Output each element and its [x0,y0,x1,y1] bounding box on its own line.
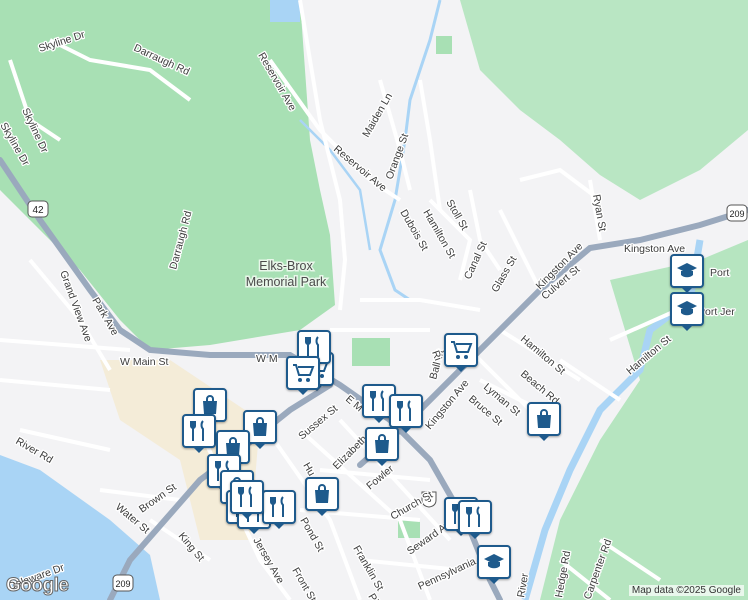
restaurant-icon [367,389,391,413]
restaurant-icon [463,505,487,529]
street-label: Jersey Ave [250,536,286,586]
street-label: Reservoir Ave [255,51,298,114]
school-icon [675,259,699,283]
poi-marker-restaurant[interactable] [458,500,492,539]
street-label: River [515,572,531,599]
street-label: W Main St [120,356,169,368]
poi-marker-school[interactable] [670,292,704,331]
poi-marker-restaurant[interactable] [389,394,423,433]
shopping-bag-icon [370,432,394,456]
street-label: Pike [365,592,386,600]
poi-marker-shopping-cart[interactable] [286,356,320,395]
street-label: Carpenter Rd [582,538,615,600]
park-name-2: Memorial Park [246,275,327,289]
google-logo: Google [5,575,69,597]
street-label: Canal St [462,240,490,282]
street-label: River Rd [14,435,56,466]
poi-marker-shopping-bag[interactable] [305,477,339,516]
street-label: Darraugh Rd [132,42,192,78]
restaurant-icon [187,419,211,443]
street-label: Reservoir Ave [331,143,389,194]
street-label: Ryan St [590,193,608,232]
shopping-bag-icon [248,415,272,439]
poi-marker-school[interactable] [670,254,704,293]
street-label: Orange St [384,132,412,181]
street-label: Sussex St [296,403,340,443]
shopping-cart-icon [291,361,315,385]
poi-marker-shopping-cart[interactable] [444,333,478,372]
shopping-cart-icon [449,338,473,362]
street-label: Franklin St [350,544,386,594]
street-label: Maiden Ln [360,91,395,140]
street-label: Darraugh Rd [167,209,194,270]
poi-marker-restaurant[interactable] [262,490,296,529]
poi-marker-shopping-bag[interactable] [365,427,399,466]
restaurant-icon [235,485,259,509]
street-label: Fowler [364,463,396,493]
street-label: King St [176,530,207,564]
poi-marker-restaurant[interactable] [230,480,264,519]
street-label: Brown St [137,481,179,515]
street-label: W M [256,353,278,365]
street-label: Grand View Ave [57,269,94,344]
restaurant-icon [267,495,291,519]
street-label: Kingston Ave [423,377,472,432]
shopping-bag-icon [532,407,556,431]
street-label: Church St [389,489,436,523]
poi-marker-restaurant[interactable] [182,414,216,453]
street-label: Hu [300,461,317,479]
restaurant-icon [394,399,418,423]
street-label: Glass St [489,254,519,294]
school-icon [675,297,699,321]
shopping-bag-icon [310,482,334,506]
park-name: Elks-Brox [259,259,313,273]
street-label: Pond St [297,516,326,554]
street-label: Hamilton St [624,333,673,377]
poi-marker-school[interactable] [477,545,511,584]
school-icon [482,550,506,574]
street-label: Stoll St [443,198,470,233]
place-label: Port [710,267,729,279]
street-label: Park Ave [89,296,120,338]
map-attribution[interactable]: Map data ©2025 Google [628,585,744,596]
label-layer: Elks-Brox Memorial Park Skyline Dr Darra… [0,27,737,600]
street-label: Elizabeth [331,433,370,472]
map-canvas[interactable]: 42 209 6 209 Elks-Brox Memorial Park Sky… [0,0,748,600]
poi-marker-shopping-bag[interactable] [527,402,561,441]
street-label: Front St [289,566,318,600]
street-label: Skyline Dr [37,29,87,55]
street-label: Hedge Rd [553,550,573,599]
